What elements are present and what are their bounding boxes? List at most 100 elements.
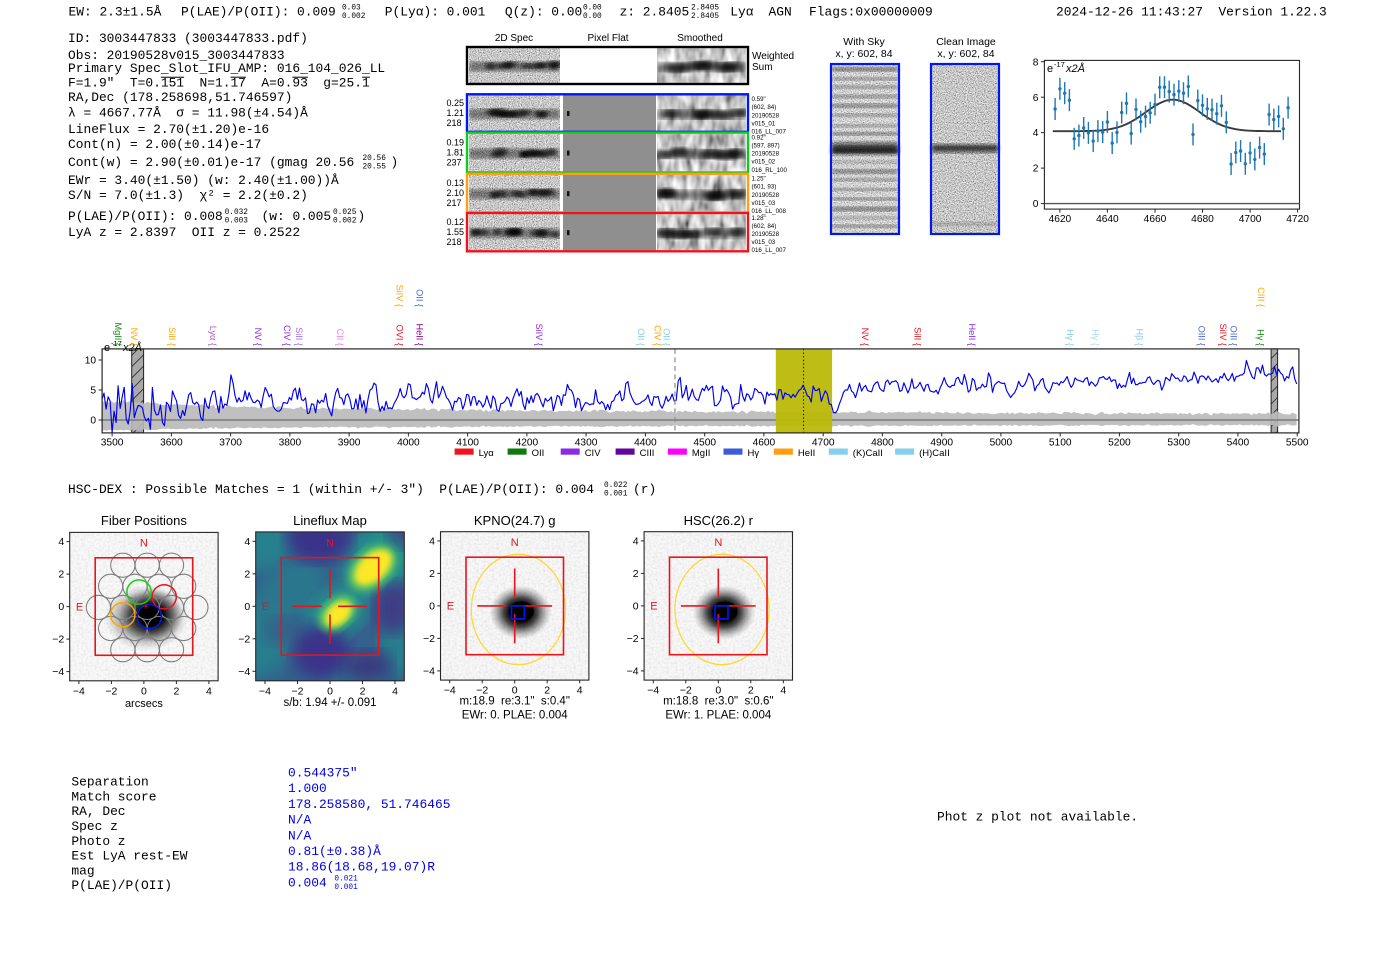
svg-text:218: 218 [447, 237, 462, 247]
svg-text:3500: 3500 [101, 438, 124, 449]
svg-text:0.81(±0.38)Å: 0.81(±0.38)Å [288, 844, 381, 859]
svg-text:(H)CaII: (H)CaII [919, 448, 950, 459]
svg-text:Photo z: Photo z [71, 834, 125, 849]
svg-text:): ) [391, 155, 399, 170]
svg-text:6: 6 [1033, 93, 1039, 104]
svg-text:m:18.8 re:3.0" s:0.6": m:18.8 re:3.0" s:0.6" [663, 696, 773, 708]
svg-text:4: 4 [1033, 128, 1039, 139]
svg-text:-17: -17 [1054, 60, 1065, 69]
svg-text:Cont(n) = 2.00(±0.14)e-17: Cont(n) = 2.00(±0.14)e-17 [68, 137, 261, 152]
svg-text:v015_01: v015_01 [752, 120, 776, 127]
svg-text:4640: 4640 [1096, 214, 1119, 225]
svg-text:0.021: 0.021 [334, 875, 358, 883]
svg-text:8: 8 [1033, 57, 1039, 68]
svg-text:217: 217 [447, 198, 462, 208]
svg-text:−4: −4 [52, 666, 64, 678]
svg-text:EWr: 0. PLAE: 0.004: EWr: 0. PLAE: 0.004 [462, 710, 569, 722]
svg-text:Cont(w) = 2.90(±0.01)e-17 (gma: Cont(w) = 2.90(±0.01)e-17 (gmag 20.56 [68, 155, 354, 170]
svg-text:m:18.9 re:3.1" s:0.4": m:18.9 re:3.1" s:0.4" [459, 696, 569, 708]
svg-text:): ) [358, 209, 366, 224]
svg-text:4: 4 [206, 685, 212, 697]
svg-text:−2: −2 [292, 685, 304, 697]
svg-text:HeII {: HeII { [967, 324, 977, 346]
svg-text:1.21: 1.21 [447, 108, 465, 118]
svg-text:(r): (r) [633, 482, 656, 497]
svg-text:20190528: 20190528 [752, 231, 780, 238]
svg-text:(597, 897): (597, 897) [752, 143, 780, 150]
svg-text:2: 2 [244, 568, 250, 580]
svg-text:178.258580, 51.746465: 178.258580, 51.746465 [288, 797, 450, 812]
svg-text:e: e [104, 342, 110, 354]
svg-text:RA,Dec (178.258698,51.746597): RA,Dec (178.258698,51.746597) [68, 90, 292, 105]
svg-text:2: 2 [360, 685, 366, 697]
svg-text:SiIV {: SiIV { [1218, 324, 1228, 346]
svg-text:2D Spec: 2D Spec [495, 33, 533, 44]
svg-text:−4: −4 [259, 685, 271, 697]
svg-text:−2: −2 [238, 633, 250, 645]
svg-text:CII {: CII { [335, 329, 345, 346]
svg-text:5000: 5000 [990, 438, 1013, 449]
svg-text:v015_03: v015_03 [752, 200, 776, 207]
svg-text:+: + [143, 602, 149, 613]
svg-text:N: N [714, 537, 722, 549]
svg-text:016_RL_100: 016_RL_100 [752, 167, 788, 174]
svg-text:5400: 5400 [1227, 438, 1250, 449]
svg-text:0.13: 0.13 [447, 178, 465, 188]
svg-text:HSC-DEX : Possible Matches = 1: HSC-DEX : Possible Matches = 1 (within +… [68, 482, 594, 497]
svg-text:5100: 5100 [1049, 438, 1072, 449]
svg-text:20.55: 20.55 [363, 164, 387, 172]
svg-text:MgII {: MgII { [113, 323, 123, 347]
svg-text:F=1.9" T=0.151 N=1.17 A=0.9: F=1.9" T=0.151 N=1.17 A=0.93 g=25.1 [68, 76, 370, 91]
svg-text:LineFlux = 2.70(±1.20)e-16: LineFlux = 2.70(±1.20)e-16 [68, 122, 269, 137]
svg-text:2024-12-26 11:43:27 Version 1: 2024-12-26 11:43:27 Version 1.22.3 [1056, 5, 1327, 20]
svg-text:1.81: 1.81 [447, 148, 465, 158]
svg-text:1.28": 1.28" [752, 215, 766, 222]
svg-text:−2: −2 [105, 685, 117, 697]
svg-text:0: 0 [429, 601, 435, 613]
svg-text:Spec z: Spec z [71, 819, 117, 834]
svg-text:016_LL_007: 016_LL_007 [752, 247, 787, 254]
svg-text:EWr: 1. PLAE: 0.004: EWr: 1. PLAE: 0.004 [665, 710, 772, 722]
svg-text:−2: −2 [423, 633, 435, 645]
svg-text:0.00: 0.00 [583, 13, 602, 21]
svg-text:4660: 4660 [1144, 214, 1167, 225]
svg-text:Lineflux Map: Lineflux Map [293, 513, 367, 528]
svg-text:P(LAE)/P(OII): P(LAE)/P(OII) [71, 878, 172, 893]
svg-text:2.10: 2.10 [447, 188, 465, 198]
svg-text:HeII: HeII [798, 448, 815, 459]
svg-text:E: E [650, 601, 657, 613]
svg-text:NV {: NV { [860, 328, 870, 346]
svg-text:OII {: OII { [661, 328, 671, 346]
svg-text:5500: 5500 [1286, 438, 1309, 449]
svg-text:CIII {: CIII { [1256, 287, 1266, 307]
svg-text:−2: −2 [627, 633, 639, 645]
svg-text:0.025: 0.025 [333, 209, 357, 217]
svg-text:E: E [447, 601, 454, 613]
svg-text:4: 4 [392, 685, 398, 697]
svg-text:(602, 84): (602, 84) [752, 223, 777, 230]
svg-text:237: 237 [447, 158, 462, 168]
svg-text:Separation: Separation [71, 775, 148, 790]
svg-text:RA, Dec: RA, Dec [71, 804, 125, 819]
svg-text:N/A: N/A [288, 813, 311, 828]
svg-text:4620: 4620 [1049, 214, 1072, 225]
svg-text:0.03: 0.03 [342, 5, 361, 13]
svg-text:ID: 3003447833 (3003447833.pdf: ID: 3003447833 (3003447833.pdf) [68, 31, 308, 46]
svg-text:SiII {: SiII { [294, 327, 304, 346]
svg-text:3800: 3800 [279, 438, 302, 449]
svg-text:Sum: Sum [752, 62, 773, 73]
svg-text:Est LyA rest-EW: Est LyA rest-EW [71, 849, 187, 864]
svg-text:5300: 5300 [1167, 438, 1190, 449]
svg-text:2: 2 [173, 685, 179, 697]
svg-text:20190528: 20190528 [752, 151, 780, 158]
svg-text:(w: 0.005: (w: 0.005 [262, 209, 332, 224]
svg-text:3600: 3600 [160, 438, 183, 449]
svg-text:Lyα {: Lyα { [208, 326, 218, 346]
svg-text:4: 4 [780, 685, 786, 697]
svg-text:λ = 4667.77Å σ = 11.98(±4.54): λ = 4667.77Å σ = 11.98(±4.54)Å [68, 106, 308, 121]
svg-text:2.8405: 2.8405 [691, 5, 719, 13]
svg-text:−4: −4 [423, 666, 435, 678]
svg-text:(601, 93): (601, 93) [752, 184, 777, 191]
svg-text:4700: 4700 [1239, 214, 1262, 225]
svg-text:CIV: CIV [585, 448, 602, 459]
